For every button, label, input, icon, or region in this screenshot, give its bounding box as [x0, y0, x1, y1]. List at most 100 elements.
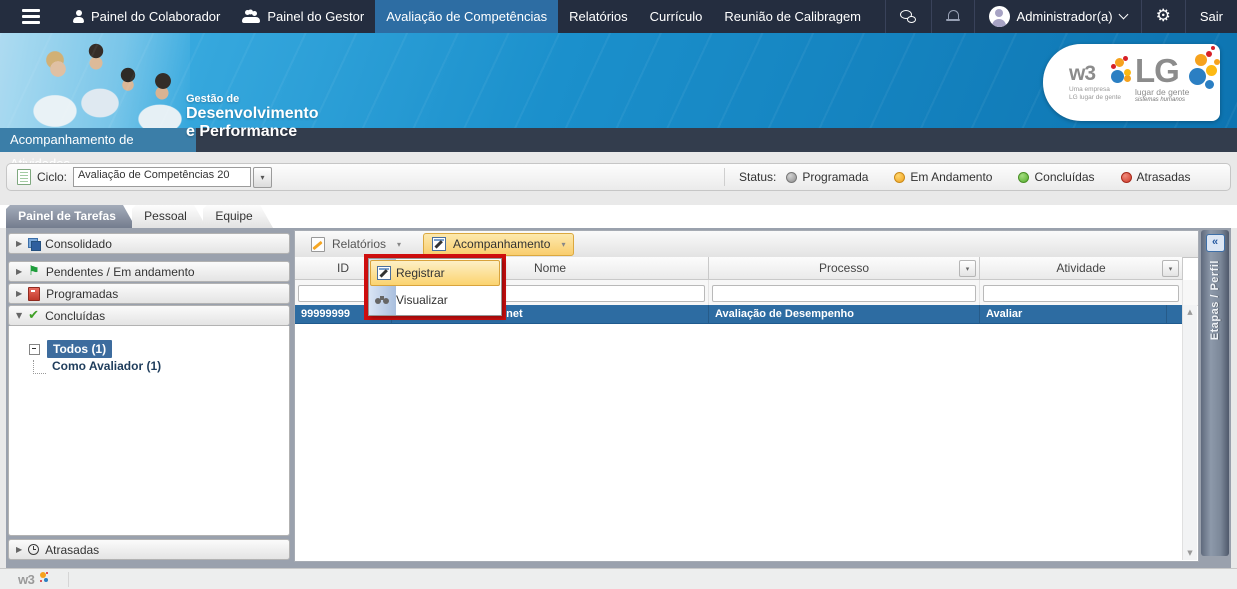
status-text: Programada: [802, 170, 868, 184]
tab-equipe[interactable]: Equipe: [203, 205, 273, 228]
hamburger-menu-icon[interactable]: [0, 0, 62, 33]
nav-painel-do-gestor[interactable]: Painel do Gestor: [231, 0, 375, 33]
etapas-perfil-label: Etapas / Perfil: [1209, 260, 1221, 340]
nav-curriculo[interactable]: Currículo: [639, 0, 714, 33]
gear-icon: ⚙: [1156, 8, 1171, 25]
scroll-down-icon[interactable]: ▼: [1187, 549, 1192, 557]
status-legend-programada: Programada: [786, 170, 868, 184]
menu-icon-cell: [369, 296, 396, 305]
menu-item-registrar[interactable]: Registrar: [370, 260, 500, 286]
cycle-bar: Ciclo: Avaliação de Competências 20 ▾ St…: [6, 163, 1231, 191]
chat-button[interactable]: [885, 0, 931, 33]
user-name-label: Administrador(a): [1017, 9, 1113, 24]
page-tab-acompanhamento[interactable]: Acompanhamento de Atividades: [0, 128, 196, 152]
brand-line-small: Gestão de: [186, 93, 318, 105]
table-scrollbar[interactable]: ▲ ▼: [1182, 305, 1197, 560]
sidebar-section-pendentes[interactable]: ▶ ⚑ Pendentes / Em andamento: [8, 261, 290, 282]
logout-label: Sair: [1200, 9, 1223, 24]
relatorios-button[interactable]: Relatórios ▾: [303, 234, 409, 255]
nav-avaliacao-de-competencias[interactable]: Avaliação de Competências: [375, 0, 558, 33]
column-label: Processo: [819, 261, 869, 275]
settings-button[interactable]: ⚙: [1141, 0, 1185, 33]
etapas-perfil-strip: « Etapas / Perfil: [1201, 230, 1229, 556]
divider: [724, 168, 725, 186]
sidebar-section-programadas[interactable]: ▶ Programadas: [8, 283, 290, 304]
sidebar-section-atrasadas[interactable]: ▶ Atrasadas: [8, 539, 290, 560]
arrow-right-icon: ▶: [16, 289, 22, 298]
product-brand: Gestão de Desenvolvimento e Performance: [186, 93, 318, 141]
status-label: Status:: [739, 170, 776, 184]
logout-button[interactable]: Sair: [1185, 0, 1237, 33]
logo-panel: w3 Uma empresa LG lugar de gente LG luga…: [1043, 44, 1220, 121]
chevron-down-icon[interactable]: ▾: [253, 167, 272, 188]
section-label: Atrasadas: [45, 543, 99, 557]
status-dot-gray-icon: [786, 172, 797, 183]
tab-painel-de-tarefas[interactable]: Painel de Tarefas: [6, 205, 136, 228]
clock-icon: [28, 544, 39, 555]
nav-label: Avaliação de Competências: [386, 9, 547, 24]
notifications-button[interactable]: [931, 0, 974, 33]
check-icon: ✔: [28, 309, 39, 322]
stack-icon: [28, 238, 39, 249]
filter-input-atividade[interactable]: [983, 285, 1179, 302]
app-screen: Painel do Colaborador Painel do Gestor A…: [0, 0, 1237, 589]
tree-collapse-icon[interactable]: [29, 344, 40, 355]
column-label: Atividade: [1056, 261, 1105, 275]
task-sidebar: ▶ Consolidado ▶ ⚑ Pendentes / Em andamen…: [8, 228, 290, 568]
column-header-processo[interactable]: Processo ▾: [709, 257, 980, 280]
menu-item-visualizar[interactable]: Visualizar: [369, 287, 501, 313]
nav-label: Currículo: [650, 9, 703, 24]
nav-label: Painel do Gestor: [267, 9, 364, 24]
column-header-atividade[interactable]: Atividade ▾: [980, 257, 1183, 280]
user-menu[interactable]: Administrador(a): [974, 0, 1141, 33]
tab-pessoal[interactable]: Pessoal: [132, 205, 207, 228]
cycle-select[interactable]: Avaliação de Competências 20 ▾: [73, 167, 272, 188]
tree-item-como-avaliador[interactable]: Como Avaliador (1): [46, 358, 167, 374]
filter-input-processo[interactable]: [712, 285, 976, 302]
column-filter-button[interactable]: ▾: [959, 260, 976, 277]
cell-atividade: Avaliar: [980, 305, 1167, 323]
tree-item-todos[interactable]: Todos (1): [47, 340, 112, 358]
chevron-down-icon: [1118, 10, 1128, 20]
nav-reuniao-de-calibragem[interactable]: Reunião de Calibragem: [713, 0, 872, 33]
status-dot-yellow-icon: [894, 172, 905, 183]
status-legend-em-andamento: Em Andamento: [894, 170, 992, 184]
nav-relatorios[interactable]: Relatórios: [558, 0, 639, 33]
button-label: Relatórios: [332, 237, 386, 251]
cycle-sheet-icon: [17, 169, 31, 185]
people-icon: [242, 10, 260, 23]
acompanhamento-button[interactable]: Acompanhamento ▾: [423, 233, 574, 256]
sidebar-section-consolidado[interactable]: ▶ Consolidado: [8, 233, 290, 254]
tree-row: Como Avaliador (1): [33, 358, 289, 374]
nav-label: Relatórios: [569, 9, 628, 24]
lg-logo-sub1: lugar de gente: [1135, 87, 1189, 97]
column-label: ID: [337, 261, 349, 275]
column-filter-button[interactable]: ▾: [1162, 260, 1179, 277]
expand-panel-icon[interactable]: «: [1206, 234, 1225, 252]
cycle-select-value[interactable]: Avaliação de Competências 20: [73, 167, 251, 187]
w3-logo-sub2: LG lugar de gente: [1069, 94, 1121, 102]
scroll-up-icon[interactable]: ▲: [1187, 308, 1192, 316]
arrow-right-icon: ▶: [16, 545, 22, 554]
status-text: Em Andamento: [910, 170, 992, 184]
nav-painel-do-colaborador[interactable]: Painel do Colaborador: [62, 0, 231, 33]
flag-icon: ⚑: [28, 265, 40, 278]
topnav-right-cluster: Administrador(a) ⚙ Sair: [885, 0, 1237, 33]
chevron-down-icon: ▾: [397, 240, 401, 249]
lg-logo-text: LG: [1135, 52, 1179, 89]
chat-icon: [900, 10, 917, 23]
w3-footer-logo: w3: [18, 572, 34, 587]
nav-label: Painel do Colaborador: [91, 9, 220, 24]
cell-processo: Avaliação de Desempenho: [709, 305, 980, 323]
arrow-down-icon: ▼: [16, 311, 22, 320]
status-legend-concluidas: Concluídas: [1018, 170, 1094, 184]
status-legend-atrasadas: Atrasadas: [1121, 170, 1191, 184]
sidebar-section-concluidas[interactable]: ▼ ✔ Concluídas: [8, 305, 290, 326]
header-banner: Gestão de Desenvolvimento e Performance …: [0, 33, 1237, 128]
concluidas-tree: Todos (1) Como Avaliador (1): [9, 326, 289, 374]
person-icon: [73, 10, 84, 23]
w3-bubbles-icon: [1107, 56, 1133, 88]
chevron-down-icon: ▾: [561, 240, 565, 249]
menu-item-label: Visualizar: [396, 293, 448, 307]
book-icon: [28, 287, 40, 301]
